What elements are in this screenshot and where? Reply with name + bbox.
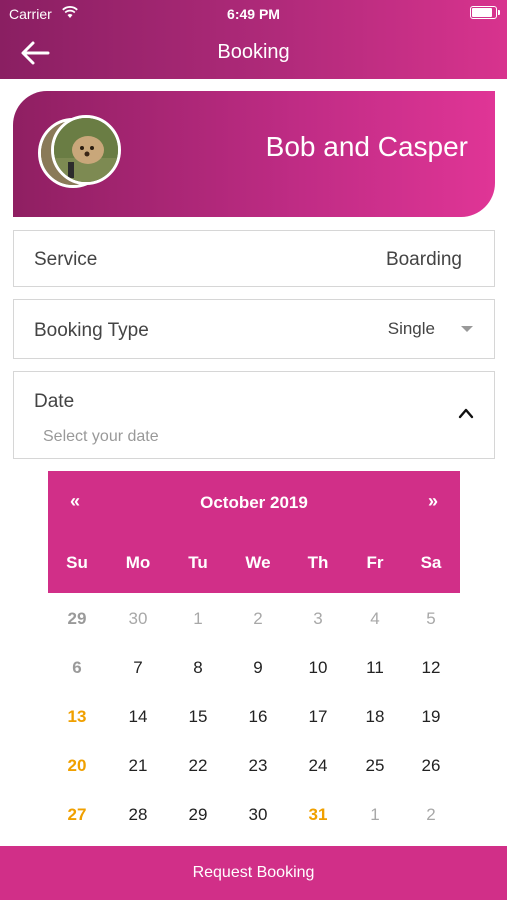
calendar-day[interactable]: 24	[298, 756, 338, 776]
calendar-day[interactable]: 5	[411, 609, 451, 629]
calendar-day[interactable]: 12	[411, 658, 451, 678]
weekday-label: We	[245, 553, 271, 572]
status-time: 6:49 PM	[227, 6, 280, 22]
status-bar: Carrier 6:49 PM	[0, 0, 507, 28]
service-label: Service	[34, 249, 98, 270]
calendar-day[interactable]: 14	[118, 707, 158, 727]
caret-down-icon[interactable]	[461, 326, 473, 332]
calendar-day[interactable]: 13	[57, 707, 97, 727]
booking-type-select[interactable]: Booking Type Single	[13, 299, 495, 359]
calendar-day[interactable]: 29	[57, 609, 97, 629]
calendar-day[interactable]: 18	[355, 707, 395, 727]
calendar-day[interactable]: 3	[298, 609, 338, 629]
calendar-day[interactable]: 4	[355, 609, 395, 629]
weekday-label: Tu	[188, 553, 208, 572]
calendar-day[interactable]: 26	[411, 756, 451, 776]
calendar-month-title: October 2019	[200, 493, 308, 512]
calendar-day[interactable]: 22	[178, 756, 218, 776]
calendar-day[interactable]: 21	[118, 756, 158, 776]
calendar-day[interactable]: 2	[411, 805, 451, 825]
calendar-day-today[interactable]: 31	[298, 805, 338, 825]
date-field[interactable]: Date Select your date	[13, 371, 495, 459]
profile-name: Bob and Casper	[265, 131, 468, 162]
calendar-day[interactable]: 30	[238, 805, 278, 825]
calendar-day[interactable]: 27	[57, 805, 97, 825]
weekday-label: Fr	[366, 553, 384, 572]
calendar-day[interactable]: 1	[178, 609, 218, 629]
profile-banner: Bob and Casper	[13, 91, 495, 217]
calendar-day[interactable]: 1	[355, 805, 395, 825]
calendar-day[interactable]: 2	[238, 609, 278, 629]
calendar-day[interactable]: 30	[118, 609, 158, 629]
battery-icon	[470, 6, 500, 19]
calendar-day[interactable]: 29	[178, 805, 218, 825]
calendar-day[interactable]: 28	[118, 805, 158, 825]
calendar-day[interactable]: 23	[238, 756, 278, 776]
service-field: Service Boarding	[13, 230, 495, 287]
calendar-day[interactable]: 16	[238, 707, 278, 727]
date-placeholder[interactable]: Select your date	[43, 428, 159, 446]
page-title: Booking	[217, 41, 290, 63]
calendar-day[interactable]: 20	[57, 756, 97, 776]
request-booking-label: Request Booking	[192, 864, 315, 881]
calendar-day[interactable]: 11	[355, 658, 395, 678]
calendar-day[interactable]: 15	[178, 707, 218, 727]
nav-bar: Booking	[0, 28, 507, 79]
request-booking-button[interactable]: Request Booking	[0, 846, 507, 900]
chevron-up-icon[interactable]	[458, 407, 474, 419]
calendar-day[interactable]: 6	[57, 658, 97, 678]
calendar-day[interactable]: 17	[298, 707, 338, 727]
date-label: Date	[34, 391, 75, 412]
calendar-header: « October 2019 » Su Mo Tu We Th Fr Sa	[48, 471, 460, 593]
calendar-day[interactable]: 7	[118, 658, 158, 678]
booking-type-label: Booking Type	[34, 320, 149, 341]
avatar	[51, 115, 121, 185]
weekday-label: Su	[66, 553, 88, 572]
calendar-day[interactable]: 9	[238, 658, 278, 678]
booking-type-value[interactable]: Single	[388, 319, 435, 339]
next-month-button[interactable]: »	[428, 491, 438, 512]
calendar-day[interactable]: 25	[355, 756, 395, 776]
pet-avatars	[38, 115, 128, 189]
app-header: Carrier 6:49 PM Booking	[0, 0, 507, 79]
calendar-day[interactable]: 19	[411, 707, 451, 727]
weekday-label: Mo	[125, 553, 151, 572]
calendar-day[interactable]: 8	[178, 658, 218, 678]
service-value: Boarding	[385, 249, 462, 270]
calendar-day[interactable]: 10	[298, 658, 338, 678]
weekday-label: Sa	[420, 553, 442, 572]
weekday-label: Th	[307, 553, 329, 572]
